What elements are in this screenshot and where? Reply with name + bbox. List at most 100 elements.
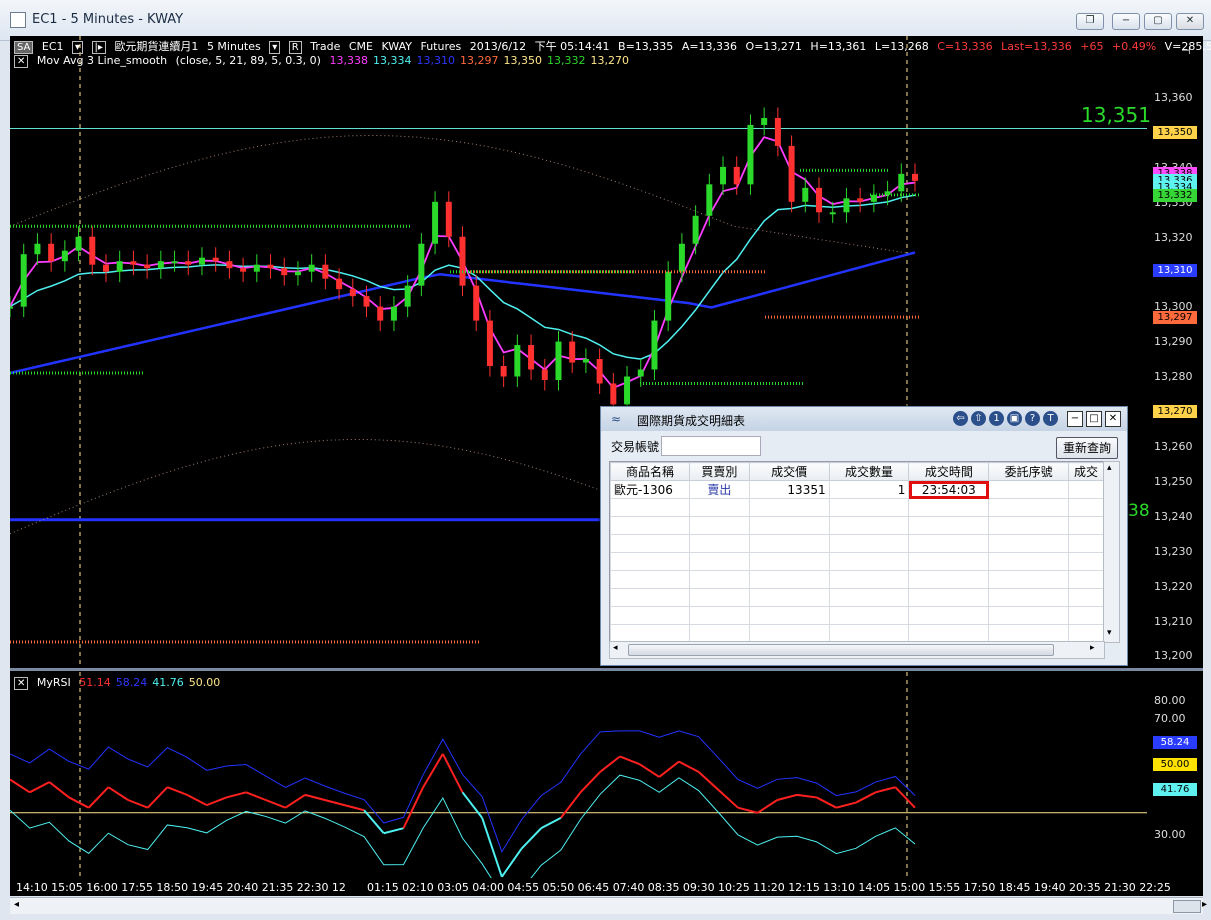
help-icon[interactable]: ? bbox=[1025, 411, 1040, 426]
popup-maximize-button[interactable]: □ bbox=[1086, 411, 1102, 427]
account-field[interactable] bbox=[661, 436, 761, 456]
col-header-time[interactable]: 成交時間 bbox=[908, 462, 990, 481]
rsi-segment bbox=[226, 791, 247, 799]
rsi-segment bbox=[68, 796, 90, 809]
candle-body bbox=[610, 383, 617, 405]
restore-window-icon[interactable]: ❐ bbox=[1076, 13, 1104, 30]
popup-minimize-button[interactable]: − bbox=[1067, 411, 1083, 427]
topmost-icon[interactable]: T bbox=[1043, 411, 1058, 426]
dropdown-icon[interactable]: ▾ bbox=[72, 41, 84, 54]
info-icon[interactable]: 1 bbox=[989, 411, 1004, 426]
rsi-segment bbox=[10, 778, 31, 794]
rsi-tick-label: 70.00 bbox=[1154, 712, 1186, 725]
up-icon[interactable]: ⇧ bbox=[971, 411, 986, 426]
trade-detail-window[interactable]: ≈ 國際期貨成交明細表 ⇦ ⇧ 1 ▣ ? T − □ ✕ 交易帳號 重新查詢 … bbox=[600, 406, 1128, 666]
candle-body bbox=[336, 278, 343, 290]
popup-title: 國際期貨成交明細表 bbox=[637, 414, 746, 428]
minimize-button[interactable]: − bbox=[1112, 13, 1140, 30]
sa-button[interactable]: SA bbox=[14, 41, 34, 54]
candle-body bbox=[294, 271, 301, 276]
table-row bbox=[610, 606, 1104, 625]
col-header-side[interactable]: 買賣別 bbox=[688, 462, 750, 481]
col-header-order-no[interactable]: 委託序號 bbox=[988, 462, 1070, 481]
horizontal-scrollbar[interactable]: ◂ ▸ bbox=[10, 897, 1207, 914]
candle-body bbox=[706, 184, 713, 216]
col-header-product[interactable]: 商品名稱 bbox=[610, 462, 690, 481]
interval-dropdown-icon[interactable]: ▾ bbox=[269, 41, 281, 54]
candle-body bbox=[10, 306, 13, 309]
table-scroll-thumb[interactable] bbox=[628, 644, 1054, 656]
rsi-tag: 50.00 bbox=[1153, 758, 1197, 771]
bid-label: B=13,335 bbox=[618, 40, 674, 53]
popup-close-button[interactable]: ✕ bbox=[1105, 411, 1121, 427]
rsi-segment bbox=[304, 793, 326, 801]
indicator-value: 13,297 bbox=[459, 54, 499, 67]
price-tick-label: 13,210 bbox=[1154, 614, 1193, 628]
rsi-segment bbox=[777, 793, 798, 801]
candle-body bbox=[747, 124, 754, 185]
candle-body bbox=[75, 236, 82, 251]
col-header-extra[interactable]: 成交 bbox=[1068, 462, 1104, 481]
scroll-thumb[interactable] bbox=[1173, 900, 1201, 913]
candle-body bbox=[788, 145, 795, 202]
cell-qty: 1 bbox=[828, 480, 910, 499]
scroll-right-icon[interactable]: ▸ bbox=[1202, 899, 1207, 910]
scroll-right-icon[interactable]: ▸ bbox=[1090, 643, 1095, 653]
candle-body bbox=[116, 261, 123, 272]
r-button[interactable]: R bbox=[288, 41, 302, 54]
popup-title-bar[interactable]: ≈ 國際期貨成交明細表 ⇦ ⇧ 1 ▣ ? T − □ ✕ bbox=[601, 407, 1127, 431]
rsi-value: 51.14 bbox=[79, 676, 111, 689]
candle-body bbox=[912, 173, 918, 181]
print-icon[interactable]: ▣ bbox=[1007, 411, 1022, 426]
time-tick-label: 01:15 bbox=[367, 881, 399, 894]
candle-body bbox=[582, 359, 589, 363]
candle-body bbox=[20, 254, 27, 307]
candle-body bbox=[390, 306, 397, 321]
trade-table[interactable]: 商品名稱 買賣別 成交價 成交數量 成交時間 委託序號 成交 歐元-1306 賣… bbox=[609, 461, 1105, 643]
indicator-name: Mov Avg 3 Line_smooth bbox=[36, 54, 168, 67]
col-header-qty[interactable]: 成交數量 bbox=[828, 462, 910, 481]
chart-header: SA EC1 ▾ |▸ 歐元期貨連續月1 5 Minutes ▾ R Trade… bbox=[14, 38, 1211, 54]
rsi-segment bbox=[757, 799, 778, 814]
scroll-up-icon[interactable]: ▴ bbox=[1107, 463, 1112, 473]
cell-extra bbox=[1068, 480, 1104, 499]
change-pct-label: +0.49% bbox=[1111, 40, 1157, 53]
symbol-label[interactable]: EC1 bbox=[42, 40, 64, 53]
candle-body bbox=[459, 236, 466, 286]
rsi-segment bbox=[639, 763, 660, 778]
indicator-value: 13,270 bbox=[590, 54, 629, 67]
time-tick-label: 10:25 bbox=[718, 881, 750, 894]
candle-body bbox=[48, 243, 55, 262]
candle-body bbox=[404, 285, 411, 307]
rsi-tag: 58.24 bbox=[1153, 736, 1197, 749]
scroll-left-icon[interactable]: ◂ bbox=[14, 899, 19, 910]
rsi-close-icon[interactable]: ✕ bbox=[14, 677, 29, 690]
candle-body bbox=[514, 345, 521, 377]
window-title: EC1 - 5 Minutes - KWAY bbox=[32, 12, 184, 27]
table-row[interactable]: 歐元-1306 賣出 13351 1 23:54:03 bbox=[610, 480, 1104, 499]
table-vertical-scrollbar[interactable]: ▴ ▾ bbox=[1103, 461, 1120, 643]
close-button[interactable]: ✕ bbox=[1176, 13, 1204, 30]
refresh-button[interactable]: 重新查詢 bbox=[1056, 437, 1118, 459]
rsi-segment bbox=[816, 796, 837, 809]
rsi-segment bbox=[107, 786, 129, 801]
low-label: L=13,268 bbox=[874, 40, 929, 53]
scroll-left-icon[interactable]: ◂ bbox=[613, 643, 618, 653]
indicator-close-icon[interactable]: ✕ bbox=[14, 55, 29, 68]
pane-divider[interactable] bbox=[10, 668, 1203, 671]
rsi-segment bbox=[324, 799, 345, 807]
interval-toggle-icon[interactable]: |▸ bbox=[91, 41, 106, 54]
candle-body bbox=[226, 261, 233, 269]
rsi-segment bbox=[167, 786, 188, 796]
rsi-segment bbox=[461, 791, 483, 819]
rsi-segment bbox=[29, 781, 50, 794]
time-tick-label: 22:25 bbox=[1139, 881, 1171, 894]
pin-icon[interactable]: ⊣ bbox=[1181, 44, 1191, 57]
table-horizontal-scrollbar[interactable]: ◂ ▸ bbox=[609, 641, 1105, 659]
back-icon[interactable]: ⇦ bbox=[953, 411, 968, 426]
col-header-price[interactable]: 成交價 bbox=[748, 462, 830, 481]
maximize-button[interactable]: ▢ bbox=[1144, 13, 1172, 30]
scroll-down-icon[interactable]: ▾ bbox=[1107, 628, 1112, 638]
time-tick-label: 17:50 bbox=[963, 881, 996, 894]
time-tick-label: 18:50 bbox=[156, 881, 189, 894]
